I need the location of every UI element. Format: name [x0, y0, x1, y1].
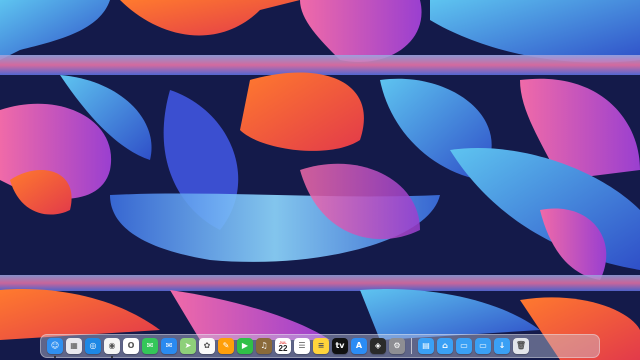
chrome-icon: ◉	[108, 341, 116, 350]
dock-item-home-folder[interactable]: ⌂	[437, 338, 453, 354]
dock-item-photos[interactable]: ✿	[199, 338, 215, 354]
home-folder-icon: ⌂	[442, 341, 448, 350]
dock: ☺ ▦ ◎ ◉ O ✉ ✉ ➤ ✿ ✎ ▶ ♫ JUL 22 ☰ ≡ tv A ◈ ⚙ ▤ ⌂ ▭ ▭ ↓ 🗑	[40, 334, 600, 358]
mail-icon: ✉	[165, 341, 173, 350]
dock-item-chrome[interactable]: ◉	[104, 338, 120, 358]
dock-item-messages[interactable]: ✉	[142, 338, 158, 354]
system-preferences-icon: ⚙	[393, 341, 401, 350]
photos-icon: ✿	[203, 341, 211, 350]
dock-item-launchpad[interactable]: ▦	[66, 338, 82, 354]
dock-item-trash[interactable]: 🗑	[513, 338, 529, 354]
dock-item-activity-monitor[interactable]: ◈	[370, 338, 386, 354]
messages-icon: ✉	[146, 341, 154, 350]
desktop-folder-icon: ▭	[479, 341, 487, 350]
dock-item-opera[interactable]: O	[123, 338, 139, 354]
documents-folder-icon: ▭	[460, 341, 468, 350]
dock-item-downloads-folder[interactable]: ↓	[494, 338, 510, 354]
notes-icon: ≡	[317, 341, 325, 350]
trash-icon: 🗑	[515, 341, 527, 350]
app-store-icon: A	[355, 341, 363, 350]
facetime-icon: ▶	[241, 341, 249, 350]
dock-item-safari[interactable]: ◎	[85, 338, 101, 354]
maps-icon: ➤	[184, 341, 192, 350]
running-indicator	[54, 356, 56, 358]
dock-item-applications-folder[interactable]: ▤	[418, 338, 434, 354]
dock-item-system-preferences[interactable]: ⚙	[389, 338, 405, 354]
safari-icon: ◎	[89, 341, 97, 350]
opera-icon: O	[127, 341, 135, 350]
keynote-icon: ♫	[260, 341, 268, 350]
dock-item-keynote[interactable]: ♫	[256, 338, 272, 354]
dock-separator	[411, 338, 412, 354]
dock-item-reminders[interactable]: ☰	[294, 338, 310, 354]
pages-icon: ✎	[222, 341, 230, 350]
finder-icon: ☺	[50, 341, 60, 350]
dock-item-mail[interactable]: ✉	[161, 338, 177, 354]
launchpad-icon: ▦	[70, 341, 78, 350]
dock-item-finder[interactable]: ☺	[47, 338, 63, 358]
desktop-wallpaper	[0, 0, 640, 360]
running-indicator	[111, 356, 113, 358]
dock-item-pages[interactable]: ✎	[218, 338, 234, 354]
dock-item-calendar[interactable]: JUL 22	[275, 338, 291, 354]
dock-item-facetime[interactable]: ▶	[237, 338, 253, 354]
dock-item-documents-folder[interactable]: ▭	[456, 338, 472, 354]
downloads-folder-icon: ↓	[498, 341, 506, 350]
activity-monitor-icon: ◈	[374, 341, 382, 350]
dock-item-tv[interactable]: tv	[332, 338, 348, 354]
dock-item-app-store[interactable]: A	[351, 338, 367, 354]
tv-icon: tv	[335, 341, 345, 350]
dock-item-maps[interactable]: ➤	[180, 338, 196, 354]
calendar-day: 22	[278, 343, 288, 353]
dock-item-notes[interactable]: ≡	[313, 338, 329, 354]
dock-item-desktop-folder[interactable]: ▭	[475, 338, 491, 354]
reminders-icon: ☰	[298, 341, 306, 350]
applications-folder-icon: ▤	[422, 341, 430, 350]
